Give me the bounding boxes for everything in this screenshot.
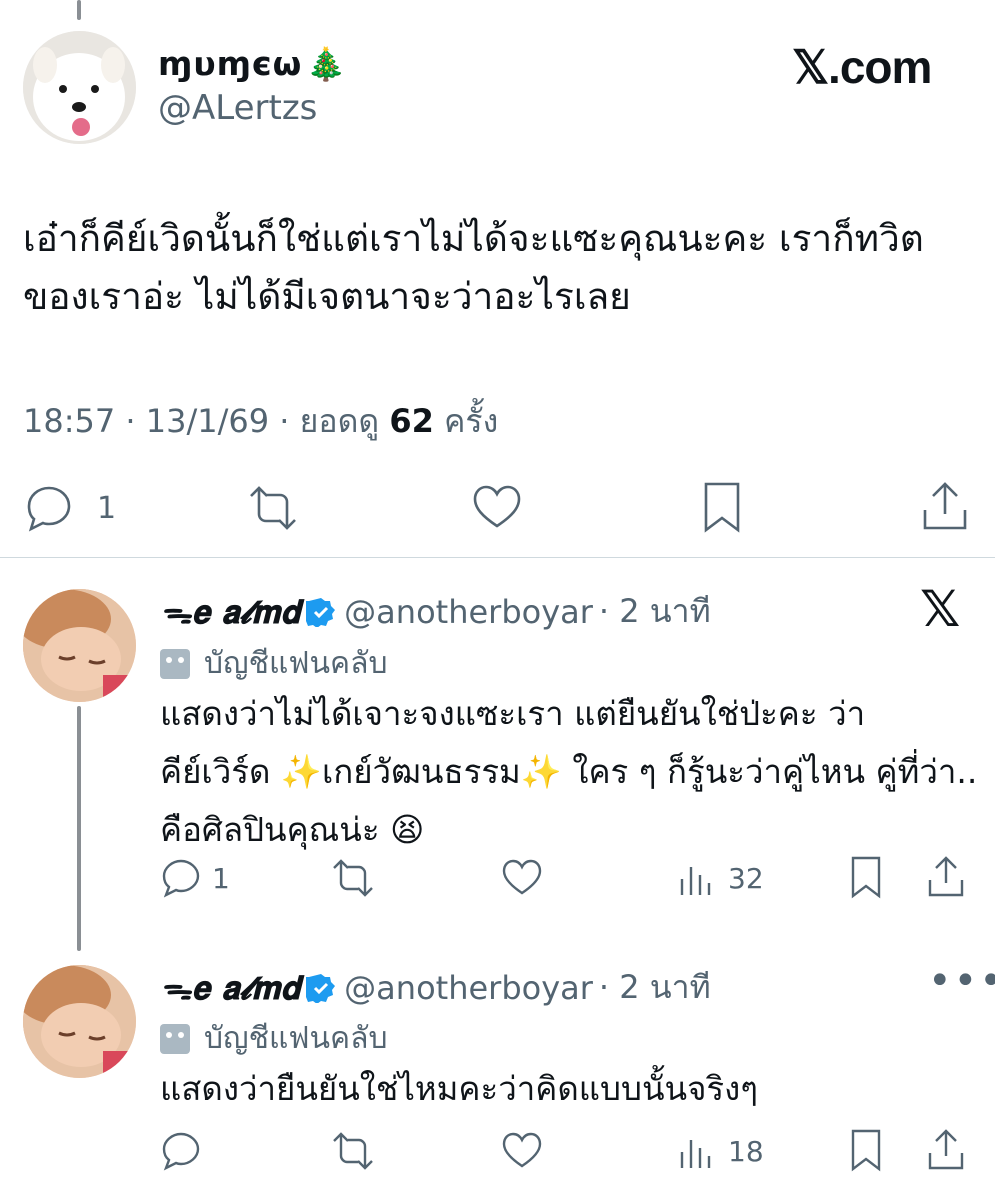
bookmark-icon	[851, 1129, 881, 1172]
mask-icon	[160, 648, 190, 679]
reply-icon	[162, 1132, 200, 1171]
fan-account-text: บัญชีแฟนคลับ	[204, 1021, 388, 1056]
analytics-icon	[680, 1140, 711, 1168]
reply-avatar[interactable]	[23, 965, 136, 1078]
share-button[interactable]	[926, 855, 966, 899]
bookmark-icon	[704, 482, 740, 533]
analytics-icon	[680, 867, 711, 895]
reply-text: แสดงว่าไม่ได้เจาะจงแซะเรา แต่ยืนยันใช่ป่…	[160, 694, 978, 849]
views-count: 18	[728, 1134, 764, 1168]
thread-line	[77, 0, 81, 20]
retweet-button[interactable]	[245, 482, 301, 534]
share-icon	[923, 482, 967, 530]
share-button[interactable]	[920, 480, 970, 534]
reply-text: แสดงว่ายืนยันใช่ไหมคะว่าคิดแบบนั้นจริงๆ	[160, 1069, 758, 1108]
tweet-date[interactable]: 13/1/69	[146, 402, 269, 440]
reply-icon	[162, 859, 200, 898]
reply-header: ᯓ𝐞 𝐚𝓵𝐦𝐝 @anotherboyar · 2 นาที	[160, 962, 711, 1013]
share-icon	[928, 1129, 964, 1170]
tweet-time[interactable]: 18:57	[23, 402, 115, 440]
like-button[interactable]	[470, 482, 524, 534]
bookmark-button[interactable]	[848, 1128, 884, 1172]
views-count: 62	[389, 402, 434, 440]
more-options-icon[interactable]: •••	[928, 958, 995, 1004]
reply-handle[interactable]: @anotherboyar	[344, 969, 593, 1007]
tree-emoji: 🎄	[306, 45, 348, 83]
views-button[interactable]: 32	[676, 857, 764, 899]
bookmark-button[interactable]	[700, 480, 744, 534]
reply-handle[interactable]: @anotherboyar	[344, 593, 593, 631]
retweet-icon	[333, 859, 373, 897]
like-button[interactable]	[500, 857, 544, 899]
heart-icon	[502, 859, 542, 895]
samoyed-avatar-image	[23, 31, 136, 144]
x-logo: 𝕏	[920, 580, 961, 638]
bookmark-icon	[851, 856, 881, 899]
handle[interactable]: @ALertzs	[158, 88, 317, 128]
fan-account-text: บัญชีแฟนคลับ	[204, 646, 388, 681]
reply-count: 1	[212, 861, 230, 895]
views-count: 32	[728, 861, 764, 895]
retweet-button[interactable]	[330, 1130, 376, 1172]
like-button[interactable]	[500, 1130, 544, 1172]
reply-time[interactable]: · 2 นาที	[599, 962, 711, 1013]
reply-button[interactable]: 1	[160, 857, 230, 899]
share-button[interactable]	[926, 1128, 966, 1172]
reply-button[interactable]	[160, 1130, 202, 1172]
verified-badge-icon	[306, 597, 336, 627]
heart-icon	[473, 485, 521, 528]
bookmark-button[interactable]	[848, 855, 884, 899]
views-label: ยอดดู	[299, 402, 380, 440]
sleeping-person-avatar-image	[23, 965, 136, 1078]
tweet-text: เอ๋าก็คีย์เวิดนั้นก็ใช่แต่เราไม่ได้จะแซะ…	[23, 217, 924, 318]
reply-icon	[27, 486, 71, 532]
retweet-button[interactable]	[330, 857, 376, 899]
retweet-icon	[333, 1132, 373, 1170]
heart-icon	[502, 1132, 542, 1168]
fan-account-label: บัญชีแฟนคลับ	[160, 640, 388, 687]
reply-display-name[interactable]: ᯓ𝐞 𝐚𝓵𝐦𝐝	[160, 966, 300, 1009]
reply-time[interactable]: · 2 นาที	[599, 586, 711, 637]
reply-display-name[interactable]: ᯓ𝐞 𝐚𝓵𝐦𝐝	[160, 590, 300, 633]
thread-line	[77, 706, 81, 951]
tweet-meta: 18:57 · 13/1/69 · ยอดดู 62 ครั้ง	[23, 402, 499, 440]
views-button[interactable]: 18	[676, 1130, 764, 1172]
share-icon	[928, 856, 964, 897]
reply-header: ᯓ𝐞 𝐚𝓵𝐦𝐝 @anotherboyar · 2 นาที	[160, 586, 711, 637]
display-name-text: ɱυɱєω	[158, 44, 303, 83]
action-bar: 1	[0, 478, 995, 538]
fan-account-label: บัญชีแฟนคลับ	[160, 1015, 388, 1062]
avatar[interactable]	[23, 31, 136, 144]
sleeping-person-avatar-image	[23, 589, 136, 702]
reply-avatar[interactable]	[23, 589, 136, 702]
reply-count: 1	[97, 490, 117, 526]
retweet-icon	[250, 486, 296, 530]
divider	[0, 557, 995, 558]
views-unit: ครั้ง	[444, 402, 499, 440]
reply-button[interactable]: 1	[23, 482, 116, 534]
display-name[interactable]: ɱυɱєω 🎄	[158, 44, 347, 83]
verified-badge-icon	[306, 973, 336, 1003]
x-logo: 𝕏.com	[792, 41, 932, 93]
mask-icon	[160, 1023, 190, 1054]
